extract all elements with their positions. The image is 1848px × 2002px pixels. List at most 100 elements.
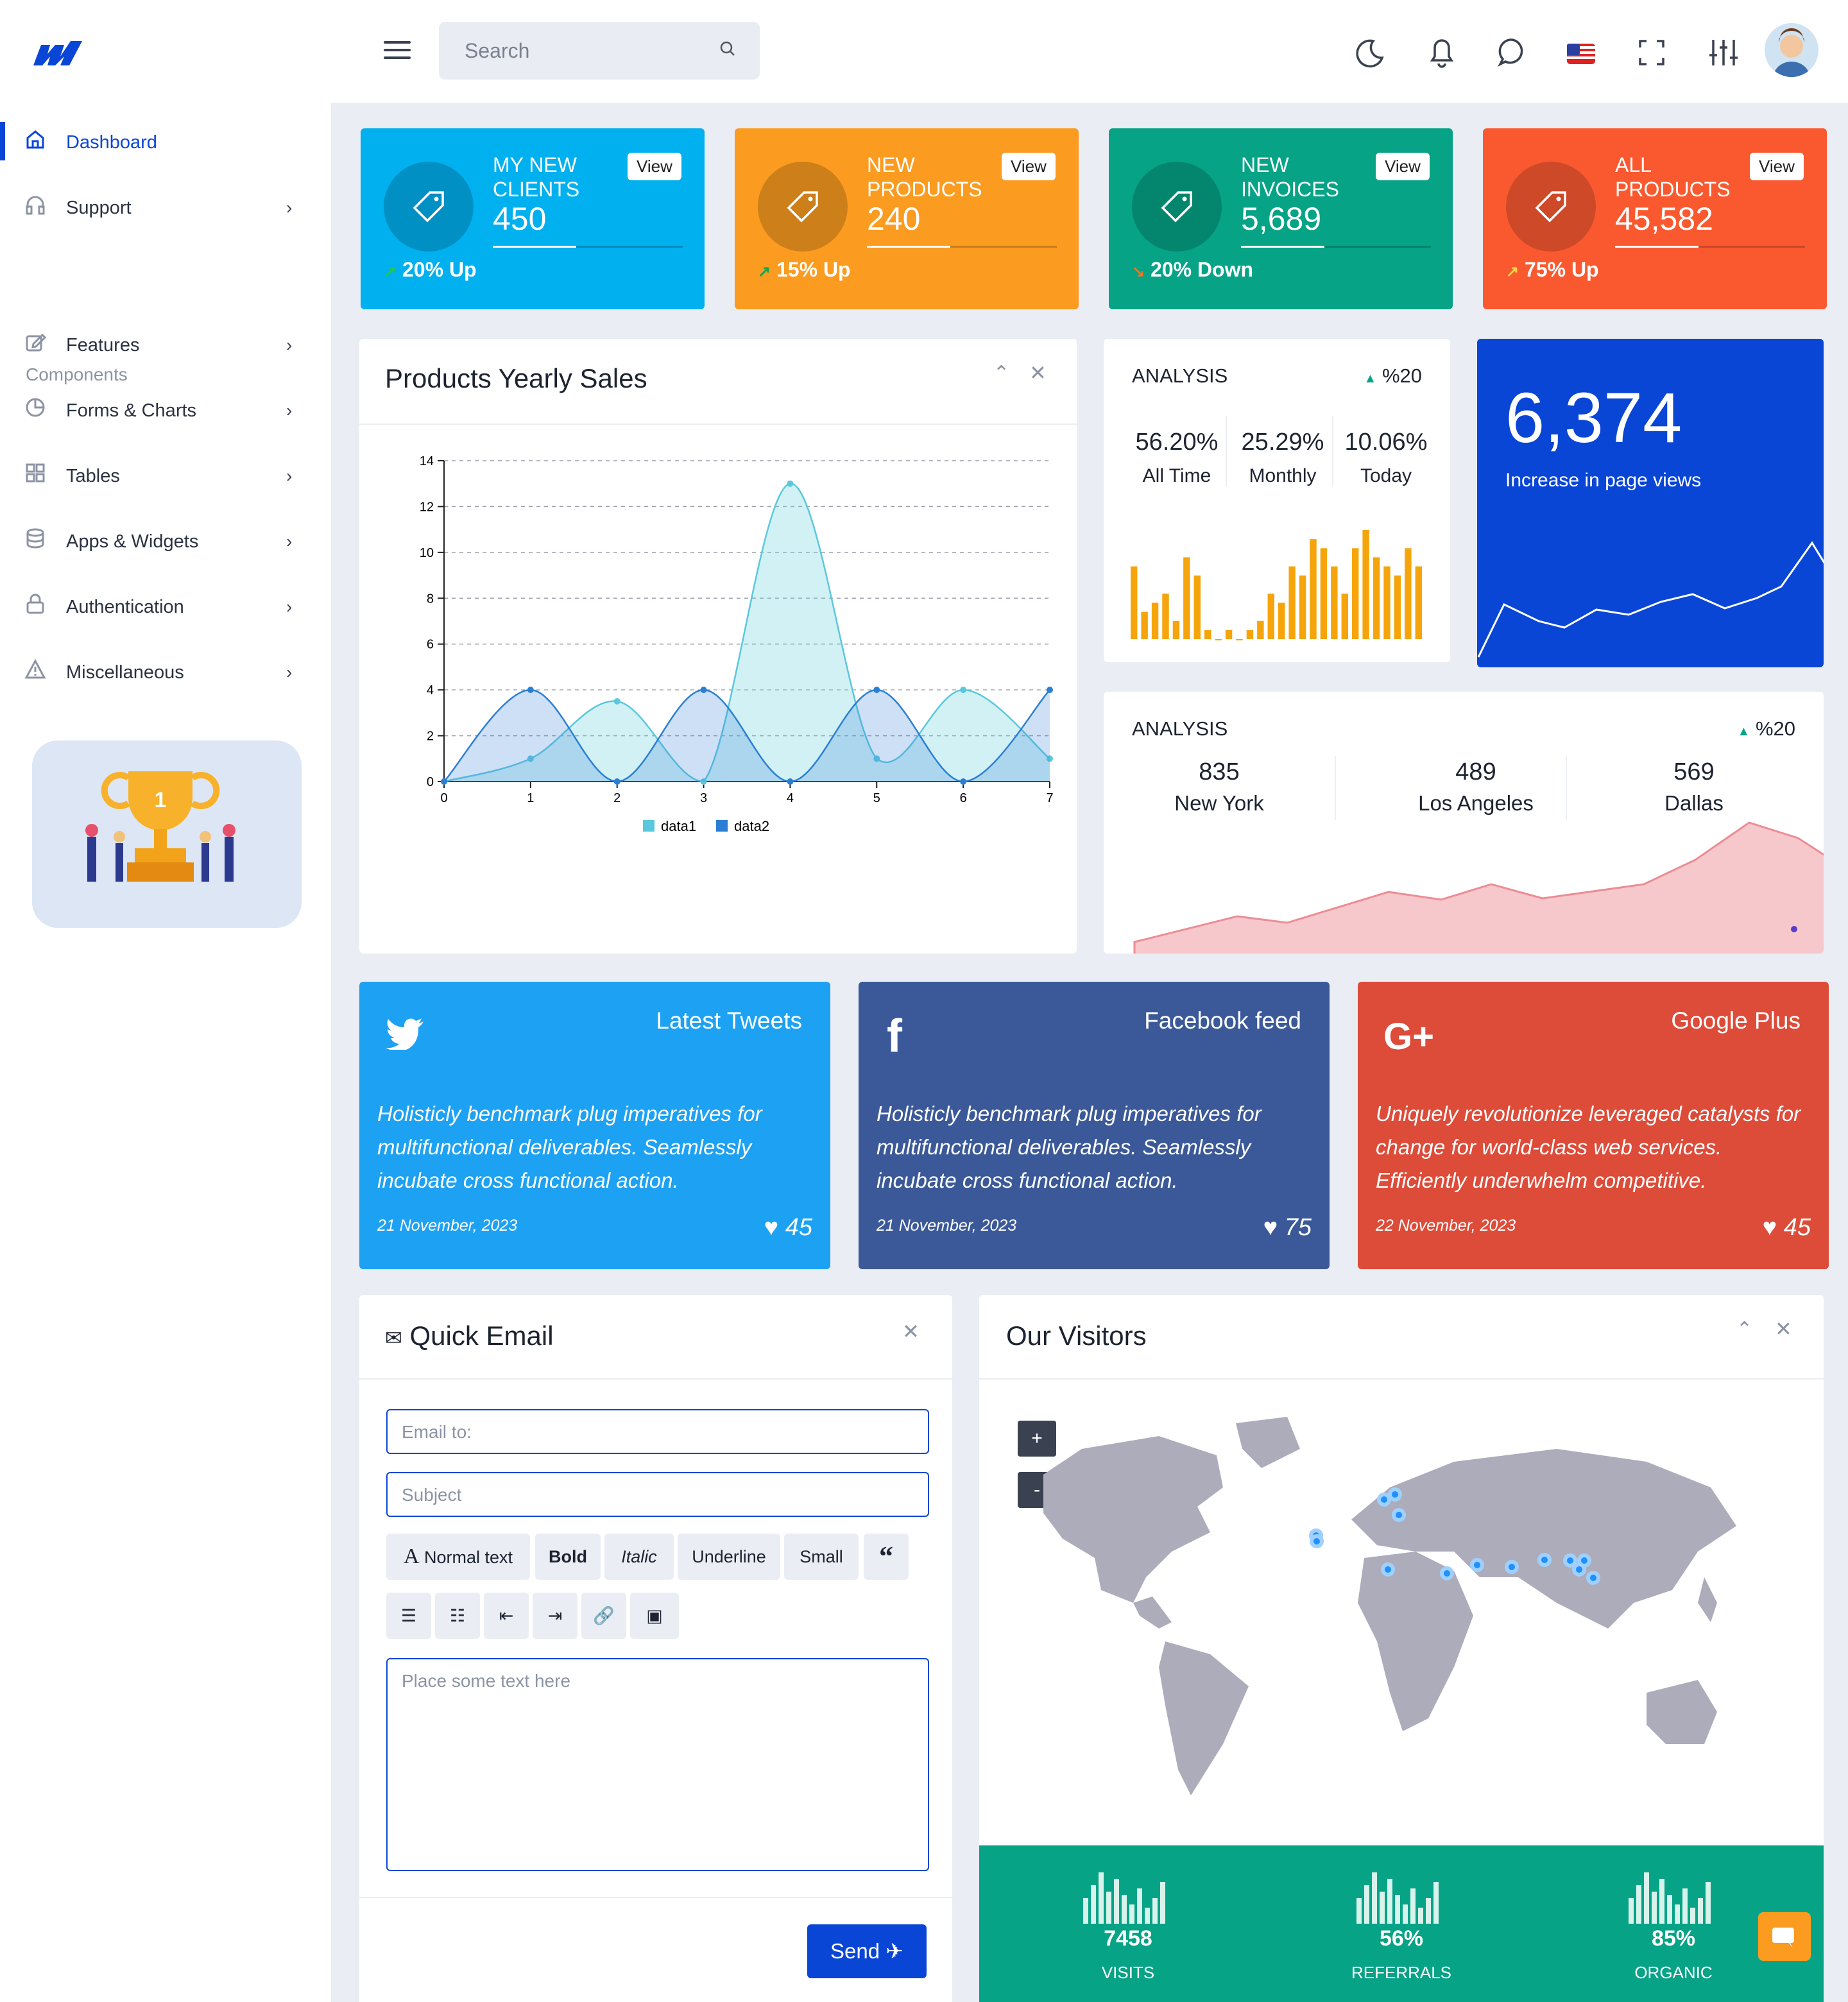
bell-icon[interactable] [1426,33,1458,72]
analysis-metric: 56.20% All Time [1135,429,1219,486]
normal-text-button[interactable]: A Normal text [386,1534,530,1580]
world-map[interactable] [1005,1410,1801,1821]
ordered-list-icon[interactable]: ☷ [435,1593,480,1639]
city-metric: 569 Dallas [1664,758,1724,815]
tag-icon [1535,191,1566,223]
search-placeholder: Search [465,39,530,62]
city-metric: 835 New York [1174,758,1264,815]
us-flag-icon[interactable] [1567,33,1595,72]
stat-card-invoices: NEW INVOICES 5,689 View ↘ 20% Down [1109,128,1453,309]
likes-count[interactable]: ♥ 45 [1763,1214,1811,1242]
x-tick-label: 6 [960,791,967,805]
sidebar-item-label: Forms & Charts [66,400,197,421]
card-title: ANALYSIS [1132,717,1228,740]
chevron-right-icon: › [286,597,293,617]
quote-icon[interactable]: “ [864,1534,909,1580]
likes-count[interactable]: ♥ 45 [764,1214,812,1242]
stat-title: NEW INVOICES [1241,153,1339,201]
view-button[interactable]: View [1750,153,1804,180]
search-box[interactable]: Search [439,22,760,80]
fullscreen-icon[interactable] [1638,33,1666,72]
tag-icon-circle [1506,162,1596,252]
moon-icon[interactable] [1354,33,1386,72]
post-date: 22 November, 2023 [1376,1217,1516,1235]
likes-count[interactable]: ♥ 75 [1263,1214,1312,1242]
email-body-textarea[interactable]: Place some text here [386,1658,929,1871]
view-button[interactable]: View [1376,153,1430,180]
sidebar-item-forms-charts[interactable]: Forms & Charts › [0,384,331,435]
outdent-icon[interactable]: ⇤ [484,1593,529,1639]
stat-trend: ↗ 15% Up [758,258,851,281]
stat-trend: ↗ 75% Up [1506,258,1599,281]
chevron-up-icon[interactable]: ⌃ [993,362,1009,384]
small-button[interactable]: Small [784,1534,859,1580]
indent-icon[interactable]: ⇥ [533,1593,578,1639]
sidebar-item-label: Features [66,335,140,355]
cities-area-chart [1133,821,1824,954]
sidebar-item-tables[interactable]: Tables › [0,449,331,501]
sidebar-item-miscellaneous[interactable]: Miscellaneous › [0,646,331,697]
chevron-right-icon: › [286,662,293,682]
send-button[interactable]: Send ✈ [807,1924,927,1978]
italic-button[interactable]: Italic [604,1534,674,1580]
analysis-metric: 10.06% Today [1344,429,1428,486]
progress-bar [493,246,683,248]
underline-button[interactable]: Underline [678,1534,780,1580]
search-icon[interactable] [720,41,735,56]
close-icon[interactable]: ✕ [1775,1317,1792,1341]
analysis-bar [1331,566,1338,639]
y-tick-label: 0 [427,775,434,789]
logo[interactable] [32,37,83,67]
data-point-data1 [960,687,967,694]
sidebar-item-dashboard[interactable]: Dashboard [0,116,331,167]
analysis-bar [1383,566,1390,639]
chat-widget-button[interactable] [1758,1912,1811,1961]
heart-icon: ♥ [1762,1214,1777,1241]
stat-card-clients: MY NEW CLIENTS 450 View ↗ 20% Up [361,128,705,309]
menu-toggle-icon[interactable] [384,41,411,60]
subject-field[interactable]: Subject [386,1472,929,1517]
chevron-right-icon: › [286,531,293,551]
analysis-bar [1278,603,1285,639]
unordered-list-icon[interactable]: ☰ [386,1593,431,1639]
sidebar-item-label: Support [66,198,132,218]
analysis-card: ANALYSIS ▲ %20 56.20% All Time 25.29% Mont… [1104,339,1450,662]
user-avatar[interactable] [1765,23,1818,77]
analysis-bar [1183,557,1190,639]
chat-icon[interactable] [1496,33,1528,72]
chevron-right-icon: › [286,466,293,486]
pageviews-sparkline [1477,541,1824,658]
post-date: 21 November, 2023 [377,1217,518,1235]
svg-text:1: 1 [155,788,167,812]
sidebar-item-authentication[interactable]: Authentication › [0,580,331,631]
card-title: Our Visitors [1006,1321,1147,1351]
sidebar-item-features[interactable]: Features › [0,318,331,370]
view-button[interactable]: View [628,153,681,180]
google-plus-card: G+ Google Plus Uniquely revolutionize le… [1358,982,1829,1269]
analysis-bar [1320,548,1328,639]
image-icon[interactable]: ▣ [630,1593,679,1639]
post-text: Holisticly benchmark plug imperatives fo… [377,1102,762,1192]
grid-icon [26,463,45,483]
legend-label: data1 [661,818,696,834]
email-to-field[interactable]: Email to: [386,1409,929,1454]
settings-sliders-icon[interactable] [1708,33,1739,72]
analysis-bar [1236,639,1243,640]
close-icon[interactable]: ✕ [1029,361,1047,385]
sidebar-item-apps-widgets[interactable]: Apps & Widgets › [0,515,331,566]
stat-value: 450 [493,201,547,237]
stat-value: 45,582 [1615,201,1713,237]
database-icon [26,528,44,549]
x-tick-label: 3 [700,791,707,805]
x-tick-label: 0 [440,791,447,805]
card-title: Latest Tweets [656,1007,802,1034]
sidebar-item-support[interactable]: Support › [0,181,331,232]
analysis-bar [1341,594,1348,639]
stat-title: ALL PRODUCTS [1615,153,1731,201]
legend-swatch [716,820,728,832]
view-button[interactable]: View [1002,153,1056,180]
bold-button[interactable]: Bold [535,1534,601,1580]
close-icon[interactable]: ✕ [902,1319,920,1344]
chevron-up-icon[interactable]: ⌃ [1736,1318,1752,1340]
link-icon[interactable]: 🔗 [581,1593,626,1639]
